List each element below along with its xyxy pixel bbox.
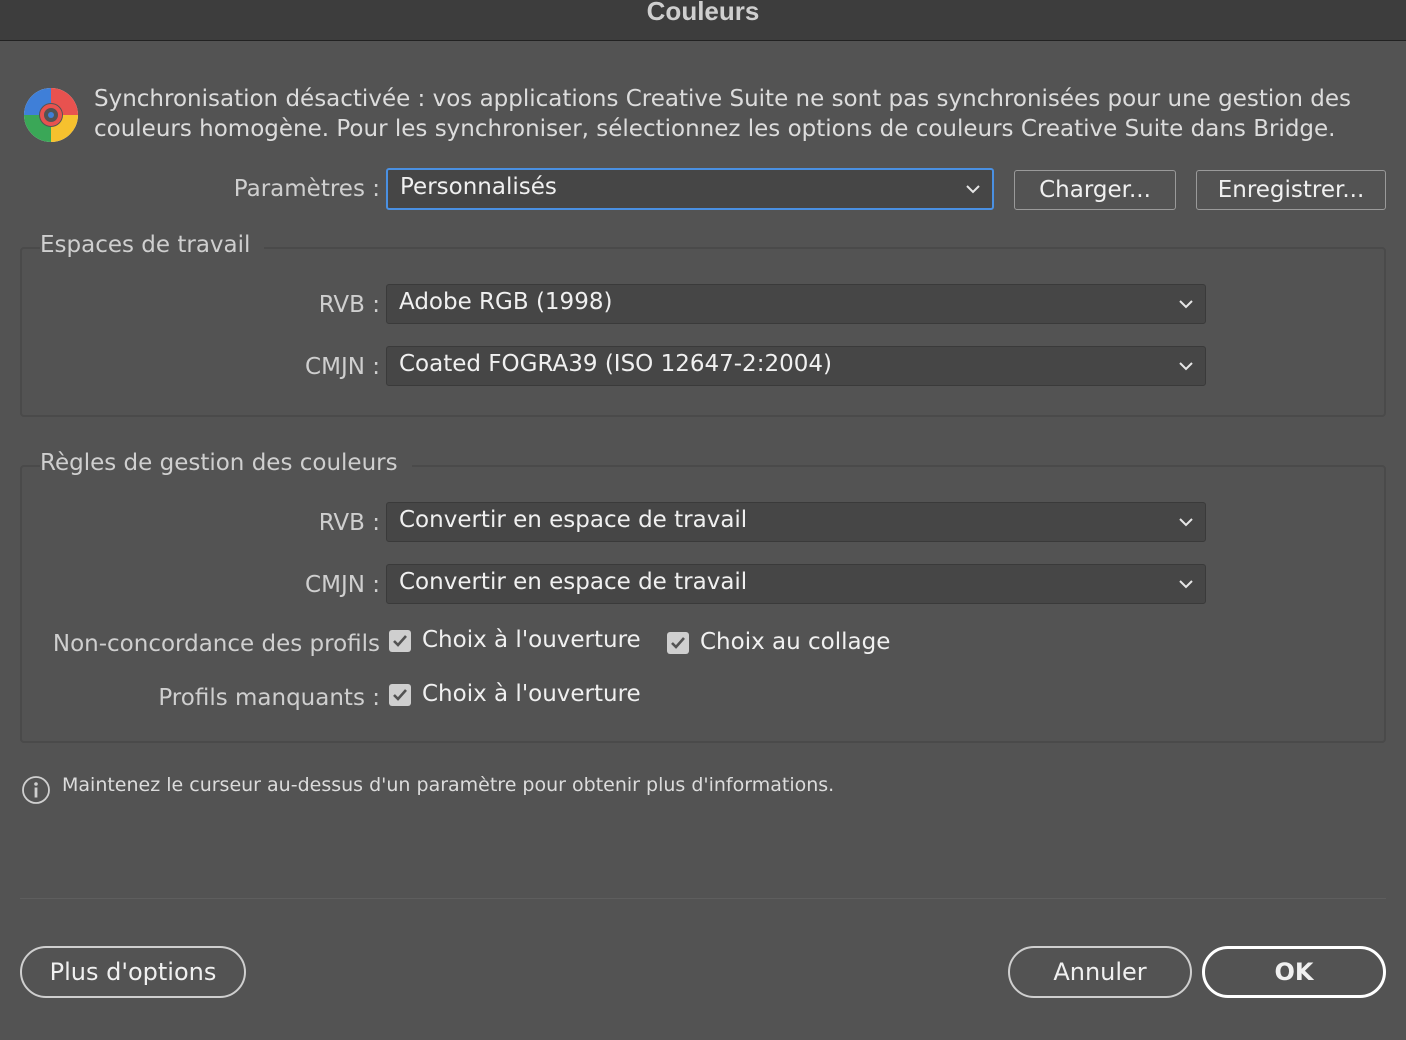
policy-rgb-label: RVB : [318,510,380,536]
mismatch-paste-checkbox[interactable] [667,632,689,654]
working-cmyk-label: CMJN : [305,354,380,380]
policy-rgb-value: Convertir en espace de travail [399,507,748,533]
chevron-down-icon [1179,518,1193,527]
window-title: Couleurs [646,0,760,26]
settings-select[interactable]: Personnalisés [386,168,994,210]
checkmark-icon [671,637,685,649]
settings-select-value: Personnalisés [400,174,557,200]
missing-profiles-label: Profils manquants : [158,685,380,711]
title-bar: Couleurs [0,0,1406,41]
info-icon [22,776,50,804]
mismatch-open-checkbox[interactable] [389,630,411,652]
sync-message-line1: Synchronisation désactivée : vos applica… [94,86,1351,112]
working-cmyk-value: Coated FOGRA39 (ISO 12647-2:2004) [399,351,832,377]
save-button[interactable]: Enregistrer... [1196,170,1386,210]
checkmark-icon [393,635,407,647]
policy-cmyk-select[interactable]: Convertir en espace de travail [386,564,1206,604]
color-wheel-icon [24,88,78,142]
policy-cmyk-label: CMJN : [305,572,380,598]
mismatch-paste-label[interactable]: Choix au collage [700,629,890,655]
working-rgb-select[interactable]: Adobe RGB (1998) [386,284,1206,324]
mismatch-open-label[interactable]: Choix à l'ouverture [422,627,641,653]
working-spaces-group [20,247,1386,417]
missing-open-label[interactable]: Choix à l'ouverture [422,681,641,707]
chevron-down-icon [966,185,980,194]
settings-label: Paramètres : [233,176,380,202]
chevron-down-icon [1179,580,1193,589]
ok-button[interactable]: OK [1202,946,1386,998]
chevron-down-icon [1179,300,1193,309]
working-spaces-title: Espaces de travail [40,232,265,258]
more-options-button[interactable]: Plus d'options [20,946,246,998]
policy-cmyk-value: Convertir en espace de travail [399,569,748,595]
sync-message: Synchronisation désactivée : vos applica… [94,84,1384,144]
footer-divider [20,898,1386,899]
profile-mismatch-label: Non-concordance des profils [52,631,380,657]
info-message: Maintenez le curseur au-dessus d'un para… [62,774,835,796]
working-rgb-value: Adobe RGB (1998) [399,289,613,315]
working-cmyk-select[interactable]: Coated FOGRA39 (ISO 12647-2:2004) [386,346,1206,386]
load-button[interactable]: Charger... [1014,170,1176,210]
cancel-button[interactable]: Annuler [1008,946,1192,998]
sync-message-line2: couleurs homogène. Pour les synchroniser… [94,116,1336,142]
working-rgb-label: RVB : [318,292,380,318]
missing-open-checkbox[interactable] [389,684,411,706]
chevron-down-icon [1179,362,1193,371]
policies-title: Règles de gestion des couleurs [40,450,412,476]
policy-rgb-select[interactable]: Convertir en espace de travail [386,502,1206,542]
checkmark-icon [393,689,407,701]
